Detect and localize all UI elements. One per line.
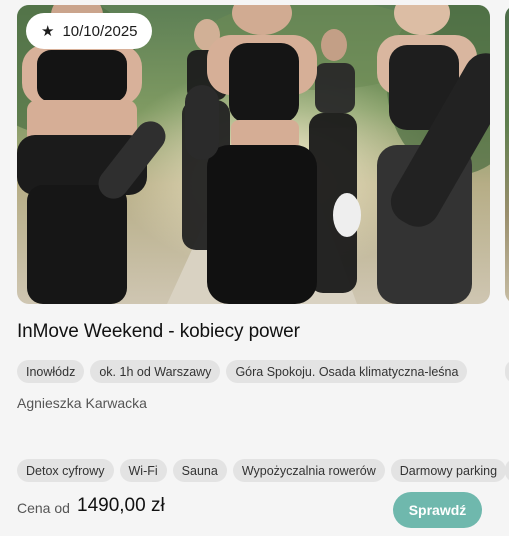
photo-women-walking-with-yoga-mats <box>17 5 490 304</box>
next-card-tag <box>505 360 509 383</box>
date-text: 10/10/2025 <box>62 22 138 40</box>
offer-photo[interactable]: ★ 10/10/2025 <box>17 5 490 304</box>
amenity-tag: Wi-Fi <box>119 459 167 482</box>
star-icon: ★ <box>41 22 55 40</box>
heart-icon[interactable] <box>453 19 490 304</box>
amenity-tags: Detox cyfrowy Wi-Fi Sauna Wypożyczalnia … <box>17 459 507 482</box>
amenity-tag: Detox cyfrowy <box>17 459 114 482</box>
price-value: 1490,00 zł <box>77 495 165 516</box>
location-tag: Inowłódz <box>17 360 85 383</box>
check-offer-button[interactable]: Sprawdź <box>393 492 482 528</box>
offer-title[interactable]: InMove Weekend - kobiecy power <box>17 321 300 343</box>
host-name: Agnieszka Karwacka <box>17 395 147 411</box>
next-card-photo[interactable] <box>505 5 509 304</box>
location-tags: Inowłódz ok. 1h od Warszawy Góra Spokoju… <box>17 360 468 383</box>
amenity-tag: Wypożyczalnia rowerów <box>232 459 385 482</box>
location-tag: Góra Spokoju. Osada klimatyczna-leśna <box>226 360 468 383</box>
location-tag: ok. 1h od Warszawy <box>90 360 221 383</box>
amenity-tag: Darmowy parking <box>390 459 507 482</box>
date-badge: ★ 10/10/2025 <box>26 13 152 49</box>
price-label: Cena od <box>17 500 70 516</box>
amenity-tag: Sauna <box>172 459 227 482</box>
offer-card[interactable]: ★ 10/10/2025 InMove Weekend - kobiecy po… <box>17 5 507 535</box>
